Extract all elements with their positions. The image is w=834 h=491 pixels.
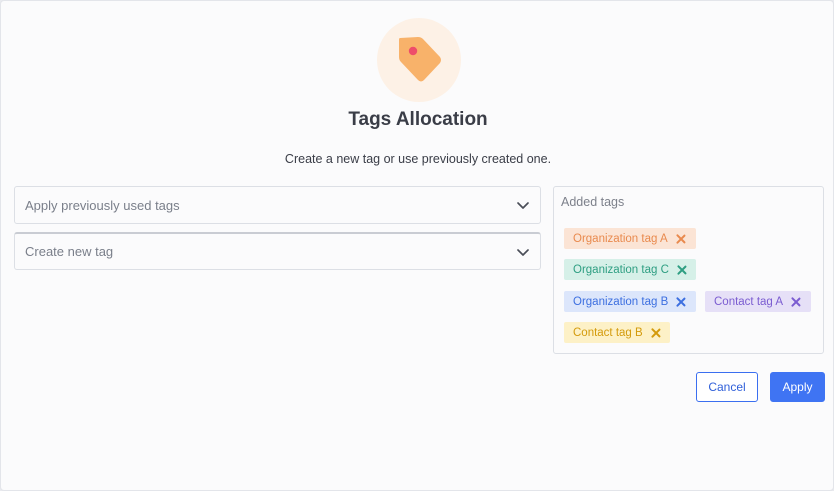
tag-chip: Contact tag A [705,291,811,312]
added-tags-title: Added tags [561,195,625,209]
chevron-down-icon [517,248,529,256]
remove-tag-icon[interactable] [677,265,687,275]
apply-button[interactable]: Apply [770,372,825,402]
tag-chip: Organization tag A [564,228,696,249]
tag-chip: Organization tag C [564,259,696,280]
tag-chip: Organization tag B [564,291,696,312]
tag-label: Contact tag B [573,326,643,339]
chevron-down-icon [517,202,529,209]
added-tags-panel: Added tags Organization tag A Organizati… [553,186,824,354]
tag-chip: Contact tag B [564,322,670,343]
tag-icon [377,18,461,102]
tag-label: Organization tag A [573,232,668,245]
remove-tag-icon[interactable] [676,234,686,244]
remove-tag-icon[interactable] [676,297,686,307]
remove-tag-icon[interactable] [651,328,661,338]
tag-label: Organization tag C [573,263,669,276]
tags-allocation-modal: Tags Allocation Create a new tag or use … [0,0,834,491]
previous-tags-select[interactable]: Apply previously used tags [14,186,541,224]
tag-label: Contact tag A [714,295,784,308]
tag-label: Organization tag B [573,295,669,308]
page-title: Tags Allocation [348,109,488,130]
previous-tags-select-label: Apply previously used tags [25,197,180,213]
new-tag-select-label: Create new tag [25,244,114,259]
cancel-button[interactable]: Cancel [696,372,758,402]
page-subtitle: Create a new tag or use previously creat… [284,152,552,166]
remove-tag-icon[interactable] [791,297,801,307]
new-tag-select[interactable]: Create new tag [14,232,541,270]
